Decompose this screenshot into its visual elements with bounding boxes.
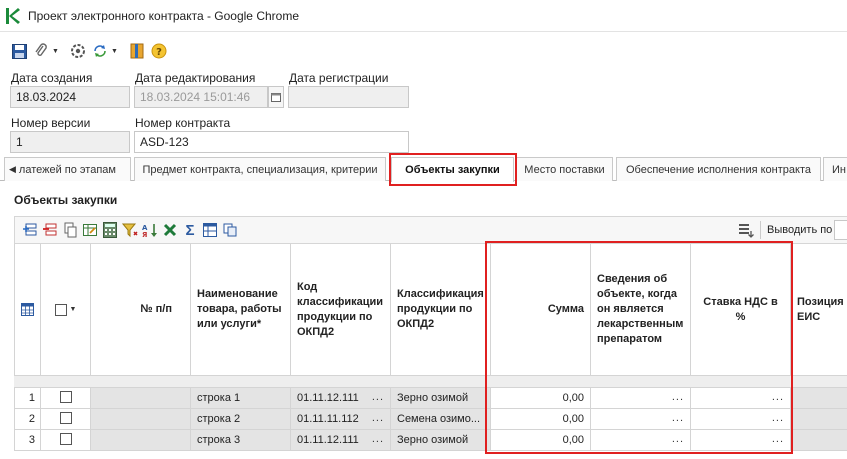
grid-toolbar: AЯ Σ — [14, 216, 847, 244]
okpd2-code-picker[interactable]: ... — [372, 412, 384, 424]
page-size-area: Выводить по — [738, 219, 832, 241]
eis-position-cell — [791, 409, 847, 430]
okpd2-class-cell: Семена озимо... — [391, 409, 491, 430]
registered-date-field — [288, 86, 409, 108]
calculator-icon[interactable] — [102, 222, 118, 238]
contract-number-input[interactable]: ASD-123 — [134, 131, 409, 153]
select-all-header[interactable]: ▼ — [41, 244, 91, 376]
main-toolbar: ▼ ▼ ? — [0, 38, 168, 64]
okpd2-class-cell: Зерно озимой — [391, 388, 491, 409]
table-edit-icon[interactable] — [82, 222, 98, 238]
attachment-icon[interactable] — [32, 42, 50, 60]
version-number-field: 1 — [10, 131, 130, 153]
created-date-label: Дата создания — [11, 71, 93, 85]
select-all-checkbox[interactable] — [54, 303, 67, 316]
okpd2-code-value: 01.11.12.111 — [297, 392, 359, 404]
edited-date-label: Дата редактирования — [135, 71, 256, 85]
excel-export-icon[interactable] — [162, 222, 178, 238]
svg-text:Я: Я — [142, 231, 147, 238]
tab-highlight-box — [389, 153, 517, 186]
columns-highlight-box — [485, 241, 793, 454]
item-name-cell[interactable]: строка 3 — [191, 430, 291, 451]
svg-text:?: ? — [156, 47, 162, 58]
row-checkbox-cell[interactable] — [41, 430, 91, 451]
row-checkbox-cell[interactable] — [41, 409, 91, 430]
okpd2-code-picker[interactable]: ... — [372, 391, 384, 403]
calendar-icon — [271, 93, 281, 102]
okpd2-class-cell: Зерно озимой — [391, 430, 491, 451]
grid-layout-icon[interactable] — [202, 222, 218, 238]
okpd2-code-cell[interactable]: 01.11.12.111... — [291, 388, 391, 409]
tab-scroll-left-icon[interactable]: ◀ — [9, 164, 16, 175]
row-index: 2 — [14, 409, 41, 430]
window-title: Проект электронного контракта - Google C… — [28, 8, 299, 23]
row-index: 1 — [14, 388, 41, 409]
column-header-okpd2-class[interactable]: Классификация продукции по ОКПД2 — [391, 244, 491, 376]
eis-position-cell — [791, 430, 847, 451]
column-header-okpd2-code[interactable]: Код классификации продукции по ОКПД2 — [291, 244, 391, 376]
okpd2-code-cell[interactable]: 01.11.11.112... — [291, 409, 391, 430]
divider — [760, 221, 761, 239]
app-logo-icon — [6, 7, 20, 24]
column-chooser-header[interactable] — [14, 244, 41, 376]
tab-contract-security[interactable]: Обеспечение исполнения контракта — [616, 157, 821, 181]
column-header-row-number[interactable]: № п/п — [91, 244, 191, 376]
okpd2-code-value: 01.11.11.112 — [297, 413, 359, 425]
sum-icon[interactable]: Σ — [182, 222, 198, 239]
row-number-cell — [91, 430, 191, 451]
page-size-input[interactable] — [834, 220, 847, 240]
row-checkbox[interactable] — [59, 412, 72, 424]
column-header-eis-position[interactable]: Позиция ЕИС — [791, 244, 847, 376]
item-name-cell[interactable]: строка 1 — [191, 388, 291, 409]
delete-row-icon[interactable] — [42, 222, 58, 238]
tab-delivery-place[interactable]: Место поставки — [516, 157, 613, 181]
page-size-label: Выводить по — [767, 224, 833, 236]
column-chooser-icon — [21, 303, 34, 316]
sync-dropdown-icon[interactable]: ▼ — [111, 48, 118, 55]
sort-icon[interactable]: AЯ — [142, 222, 158, 238]
help-icon[interactable]: ? — [150, 42, 168, 60]
column-header-item-name[interactable]: Наименование товара, работы или услуги* — [191, 244, 291, 376]
save-icon[interactable] — [10, 42, 28, 60]
book-icon[interactable] — [128, 42, 146, 60]
select-all-dropdown-icon[interactable]: ▼ — [70, 302, 77, 317]
copy-row-icon[interactable] — [62, 222, 78, 238]
row-checkbox[interactable] — [59, 391, 72, 403]
row-checkbox[interactable] — [59, 433, 72, 445]
add-row-icon[interactable] — [22, 222, 38, 238]
tab-payments-by-stage[interactable]: ◀ латежей по этапам — [4, 157, 131, 181]
list-settings-icon[interactable] — [738, 222, 754, 238]
sync-icon[interactable] — [91, 42, 109, 60]
filter-icon[interactable] — [122, 222, 138, 238]
calendar-button[interactable] — [268, 86, 284, 108]
created-date-field: 18.03.2024 — [10, 86, 130, 108]
row-index: 3 — [14, 430, 41, 451]
row-number-cell — [91, 409, 191, 430]
edited-date-field: 18.03.2024 15:01:46 — [134, 86, 268, 108]
tab-more[interactable]: Ин — [823, 157, 847, 181]
tab-contract-subject[interactable]: Предмет контракта, специализация, критер… — [134, 157, 386, 181]
section-title: Объекты закупки — [14, 193, 118, 207]
okpd2-code-cell[interactable]: 01.11.12.111... — [291, 430, 391, 451]
version-number-label: Номер версии — [11, 116, 91, 130]
row-number-cell — [91, 388, 191, 409]
row-checkbox-cell[interactable] — [41, 388, 91, 409]
window-titlebar: Проект электронного контракта - Google C… — [0, 0, 847, 32]
okpd2-code-picker[interactable]: ... — [372, 433, 384, 445]
duplicate-icon[interactable] — [222, 222, 238, 238]
okpd2-code-value: 01.11.12.111 — [297, 434, 359, 446]
settings-icon[interactable] — [69, 42, 87, 60]
attachment-dropdown-icon[interactable]: ▼ — [52, 48, 59, 55]
eis-position-cell — [791, 388, 847, 409]
registered-date-label: Дата регистрации — [289, 71, 389, 85]
contract-number-label: Номер контракта — [135, 116, 231, 130]
item-name-cell[interactable]: строка 2 — [191, 409, 291, 430]
